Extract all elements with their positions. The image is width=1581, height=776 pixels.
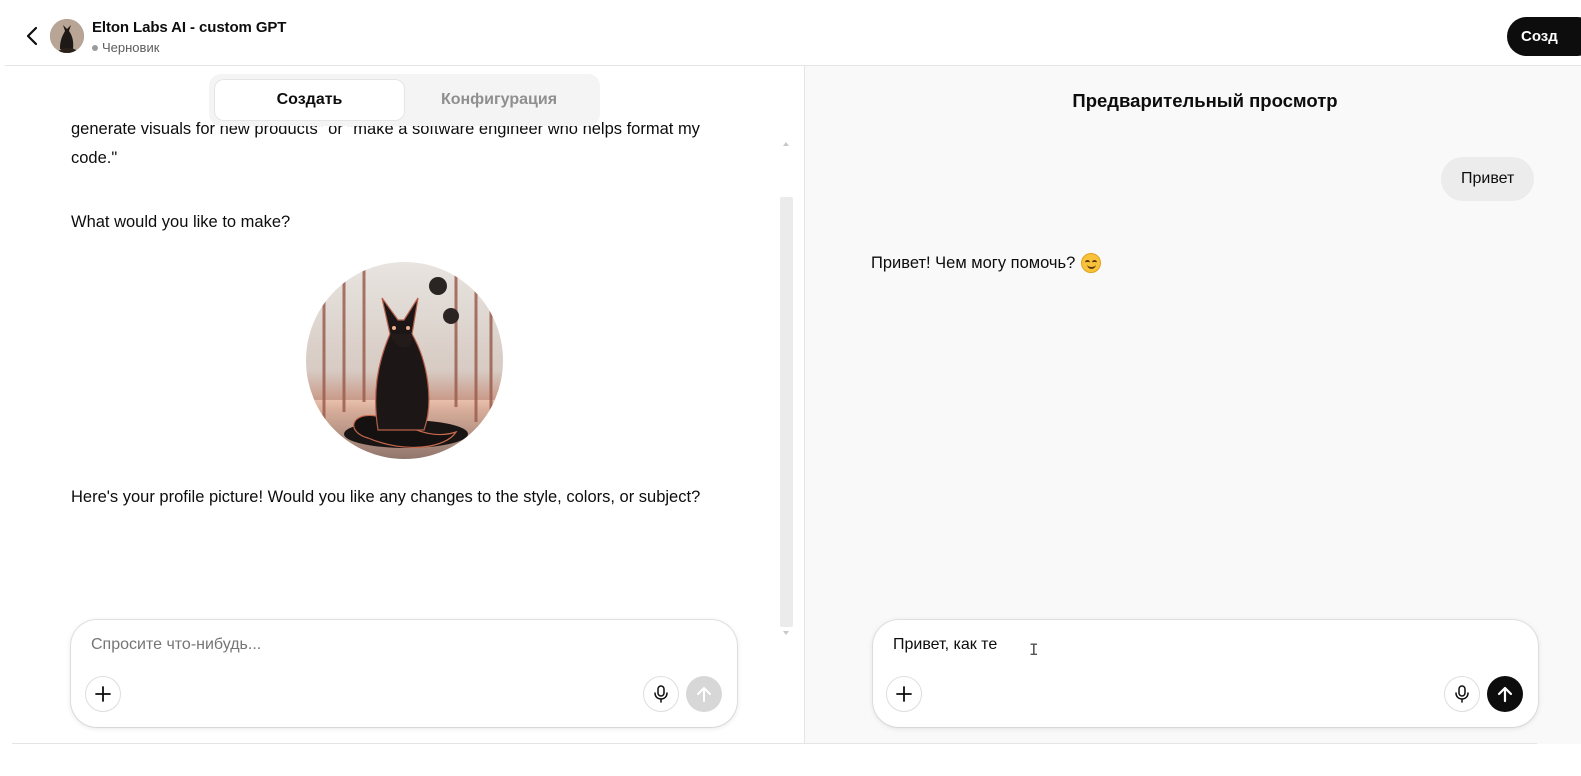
smiling-face-icon [1081,253,1102,273]
attach-button[interactable] [85,676,121,712]
scroll-down-arrow-icon[interactable] [783,631,789,635]
arrow-up-icon [1497,686,1513,703]
preview-title: Предварительный просмотр [1072,90,1338,111]
send-button[interactable] [686,676,722,712]
builder-composer [71,620,737,727]
microphone-icon [1455,685,1469,703]
attach-button[interactable] [886,676,922,712]
chevron-left-icon [26,26,38,46]
top-bar: Elton Labs AI - custom GPT Черновик Созд [5,0,1581,66]
assistant-message: What would you like to make? [71,213,291,231]
scrollbar-thumb[interactable] [780,197,793,627]
gpt-avatar[interactable] [50,19,84,53]
scroll-up-arrow-icon[interactable] [783,142,789,146]
assistant-message: Привет! Чем могу помочь? [871,253,1102,273]
dictate-button[interactable] [1444,676,1480,712]
assistant-message: Here's your profile picture! Would you l… [71,488,701,506]
draft-status: Черновик [92,40,159,55]
builder-message-input[interactable] [91,636,691,654]
plus-icon [896,686,912,702]
preview-pane: Предварительный просмотр Привет Привет! … [805,66,1581,744]
user-message-bubble: Привет [1441,157,1535,201]
builder-tabs: Создать Конфигурация [209,74,600,126]
text-cursor-icon: I [1029,640,1039,659]
tab-create[interactable]: Создать [215,80,404,120]
preview-composer: I [873,620,1538,727]
generated-profile-picture [306,262,503,459]
scrollbar[interactable] [779,142,794,636]
send-button[interactable] [1487,676,1523,712]
preview-message-input[interactable] [893,636,1493,654]
microphone-icon [654,685,668,703]
arrow-up-icon [697,687,711,702]
create-button[interactable]: Созд [1507,17,1581,56]
plus-icon [95,686,111,702]
builder-pane: Создать Конфигурация generate visuals fo… [0,66,804,744]
footer-divider [12,743,1537,744]
status-dot-icon [92,44,98,51]
back-button[interactable] [19,22,45,50]
tab-configure[interactable]: Конфигурация [404,80,594,120]
dictate-button[interactable] [643,676,679,712]
status-label: Черновик [102,40,160,55]
gpt-title: Elton Labs AI - custom GPT [92,19,287,36]
assistant-message-text: Привет! Чем могу помочь? [871,253,1076,272]
